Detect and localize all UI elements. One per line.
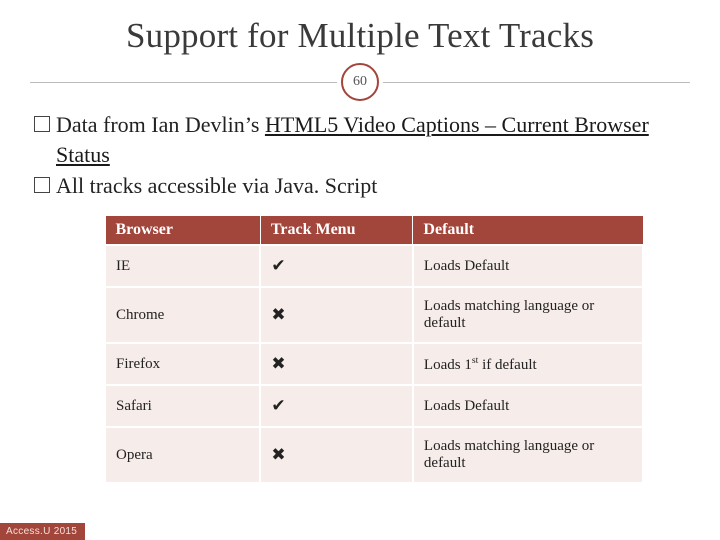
- bullet-list: Data from Ian Devlin’s HTML5 Video Capti…: [34, 110, 686, 201]
- cell-track-menu: ✔: [260, 385, 413, 427]
- bullet-item: Data from Ian Devlin’s HTML5 Video Capti…: [34, 110, 686, 169]
- cell-default: Loads Default: [413, 245, 643, 287]
- footer-label: Access.U 2015: [0, 523, 85, 540]
- bullet-text: All tracks accessible via Java. Script: [56, 171, 686, 201]
- table-row: Safari ✔ Loads Default: [105, 385, 643, 427]
- cell-track-menu: ✖: [260, 287, 413, 343]
- cell-default: Loads 1st if default: [413, 343, 643, 385]
- col-header-browser: Browser: [105, 216, 260, 246]
- slide: Support for Multiple Text Tracks 60 Data…: [0, 0, 720, 540]
- table-row: Chrome ✖ Loads matching language or defa…: [105, 287, 643, 343]
- cell-default: Loads Default: [413, 385, 643, 427]
- table-row: Firefox ✖ Loads 1st if default: [105, 343, 643, 385]
- bullet-prefix: Data from Ian Devlin’s: [56, 112, 265, 137]
- col-header-default: Default: [413, 216, 643, 246]
- cell-browser: Safari: [105, 385, 260, 427]
- cell-browser: Opera: [105, 427, 260, 483]
- bullet-text: Data from Ian Devlin’s HTML5 Video Capti…: [56, 110, 686, 169]
- cell-track-menu: ✔: [260, 245, 413, 287]
- cell-browser: IE: [105, 245, 260, 287]
- table-header-row: Browser Track Menu Default: [105, 216, 643, 246]
- square-bullet-icon: [34, 177, 50, 193]
- slide-title: Support for Multiple Text Tracks: [30, 16, 690, 56]
- cell-default: Loads matching language or default: [413, 427, 643, 483]
- cell-track-menu: ✖: [260, 427, 413, 483]
- title-rule: 60: [30, 62, 690, 102]
- cell-default: Loads matching language or default: [413, 287, 643, 343]
- table-row: Opera ✖ Loads matching language or defau…: [105, 427, 643, 483]
- table-row: IE ✔ Loads Default: [105, 245, 643, 287]
- bullet-item: All tracks accessible via Java. Script: [34, 171, 686, 201]
- cell-track-menu: ✖: [260, 343, 413, 385]
- support-table: Browser Track Menu Default IE ✔ Loads De…: [104, 215, 644, 484]
- col-header-track-menu: Track Menu: [260, 216, 413, 246]
- cell-browser: Firefox: [105, 343, 260, 385]
- cell-browser: Chrome: [105, 287, 260, 343]
- square-bullet-icon: [34, 116, 50, 132]
- page-number-badge: 60: [341, 63, 379, 101]
